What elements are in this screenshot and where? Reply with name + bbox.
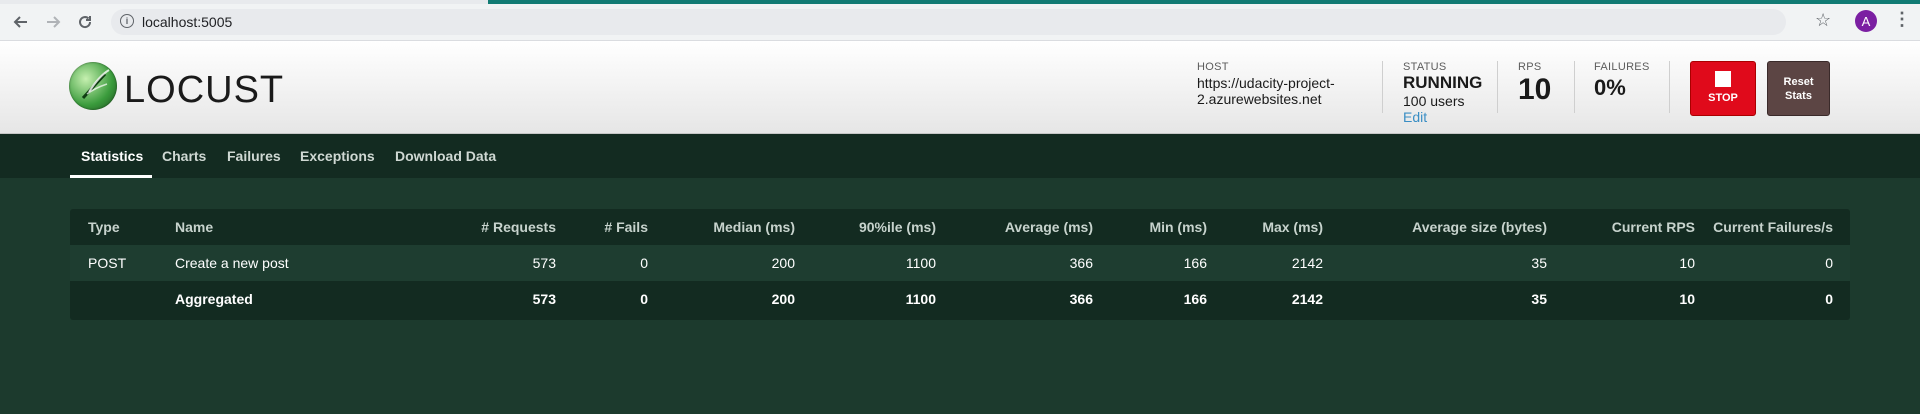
table-cell: 10 [1679,255,1695,271]
table-cell: 2142 [1291,255,1323,271]
table-cell: 1100 [905,255,936,271]
column-header[interactable]: 90%ile (ms) [859,219,936,235]
rps-label: RPS [1518,61,1542,73]
column-header[interactable]: Min (ms) [1149,219,1207,235]
locust-logo-icon [69,62,117,110]
table-cell: 366 [1069,291,1093,307]
table-cell: 573 [532,291,556,307]
host-value-line1: https://udacity-project- [1197,75,1335,91]
column-header[interactable]: Current RPS [1612,219,1695,235]
table-header-row: Type Name # Requests # Fails Median (ms)… [70,209,1850,245]
tab-failures[interactable]: Failures [227,148,281,164]
loading-bar [488,0,1920,4]
rps-section: RPS 10 [1518,61,1551,107]
table-cell: Aggregated [175,291,253,307]
table-cell: 573 [532,255,556,271]
address-bar[interactable] [111,9,1786,35]
table-cell: 1100 [905,291,936,307]
status-section: STATUS RUNNING 100 users Edit [1403,61,1482,125]
table-row-aggregated: Aggregated 573 0 200 1100 366 166 2142 3… [70,281,1850,317]
tab-statistics[interactable]: Statistics [81,148,143,164]
edit-users-link[interactable]: Edit [1403,109,1482,125]
column-header[interactable]: Max (ms) [1262,219,1323,235]
table-row: POST Create a new post 573 0 200 1100 36… [70,245,1850,281]
avatar[interactable]: A [1855,10,1877,32]
arrow-left-icon [13,16,27,28]
logo-text: LOCUST [124,69,285,111]
stop-icon [1715,71,1731,87]
divider [1382,61,1383,113]
divider [1497,61,1498,113]
table-cell: Create a new post [175,255,289,271]
table-cell: 35 [1531,291,1547,307]
table-cell: 2142 [1291,291,1323,307]
rps-value: 10 [1518,73,1552,106]
column-header[interactable]: Average size (bytes) [1412,219,1547,235]
url-text[interactable]: localhost:5005 [142,14,232,30]
table-cell: 166 [1183,255,1207,271]
failures-section: FAILURES 0% [1594,61,1650,101]
table-cell: 35 [1531,255,1547,271]
active-tab-indicator [70,175,152,178]
table-cell: 10 [1679,291,1695,307]
tab-charts[interactable]: Charts [162,148,206,164]
menu-icon[interactable]: ⋮ [1893,9,1911,30]
column-header[interactable]: Average (ms) [1005,219,1093,235]
status-label: STATUS [1403,61,1447,73]
column-header[interactable]: Type [88,219,120,235]
failures-value: 0% [1594,75,1626,100]
statistics-table: Type Name # Requests # Fails Median (ms)… [70,209,1850,320]
users-count: 100 users [1403,93,1465,109]
host-label: HOST [1197,61,1229,73]
tab-strip [0,0,488,4]
column-header[interactable]: Name [175,219,213,235]
tab-exceptions[interactable]: Exceptions [300,148,375,164]
divider [1669,61,1670,113]
tab-bar: Statistics Charts Failures Exceptions Do… [0,134,1920,178]
reset-label-line1: Reset [1783,75,1814,88]
back-button[interactable] [9,10,33,34]
table-cell: POST [88,255,127,271]
browser-chrome: i localhost:5005 ☆ A ⋮ [0,0,1920,41]
info-icon[interactable]: i [120,14,134,28]
column-header[interactable]: Median (ms) [713,219,795,235]
table-cell: 200 [771,291,795,307]
table-cell: 0 [1825,291,1833,307]
reset-stats-button[interactable]: Reset Stats [1767,61,1830,116]
divider [1574,61,1575,113]
table-cell: 0 [640,255,648,271]
forward-button[interactable] [41,10,65,34]
failures-label: FAILURES [1594,61,1650,73]
table-cell: 166 [1183,291,1207,307]
table-cell: 200 [771,255,795,271]
host-value-line2: 2.azurewebsites.net [1197,91,1322,107]
table-cell: 0 [1825,255,1833,271]
tab-download-data[interactable]: Download Data [395,148,496,164]
star-icon[interactable]: ☆ [1815,10,1831,31]
column-header[interactable]: # Fails [604,219,648,235]
host-section: HOST https://udacity-project- 2.azureweb… [1197,61,1335,107]
column-header[interactable]: # Requests [481,219,556,235]
stop-label: STOP [1708,92,1738,104]
stop-button[interactable]: STOP [1690,61,1756,116]
locust-logo-graphic [81,69,110,100]
reload-icon [79,16,92,29]
table-cell: 366 [1069,255,1093,271]
status-value: RUNNING [1403,73,1483,92]
reload-button[interactable] [73,10,97,34]
table-cell: 0 [640,291,648,307]
column-header[interactable]: Current Failures/s [1713,219,1833,235]
arrow-right-icon [47,16,61,28]
reset-label-line2: Stats [1785,89,1812,102]
locust-header: LOCUST HOST https://udacity-project- 2.a… [0,41,1920,134]
